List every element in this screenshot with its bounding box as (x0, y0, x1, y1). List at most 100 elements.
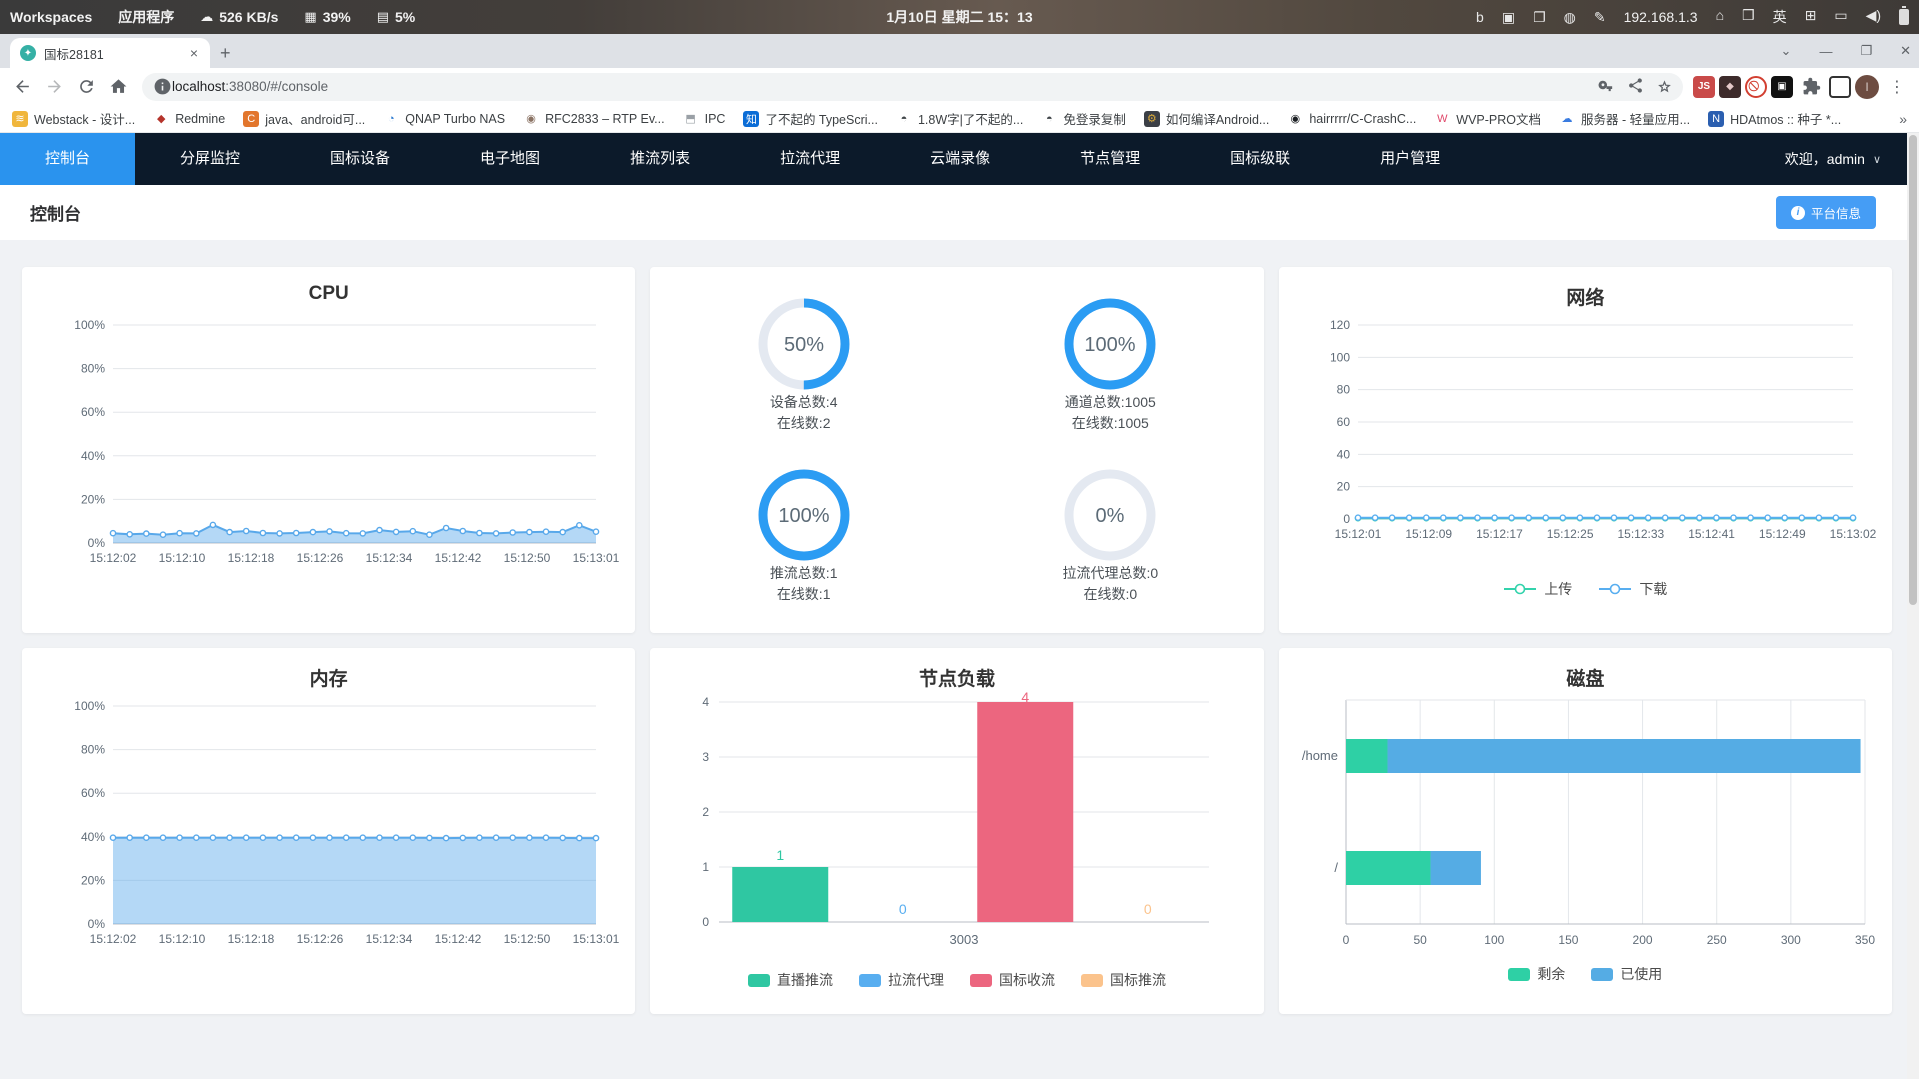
extension-js-icon[interactable]: JS (1693, 75, 1715, 98)
legend-item[interactable]: 已使用 (1591, 964, 1662, 984)
svg-text:0: 0 (899, 901, 907, 917)
nav-item-2[interactable]: 分屏监控 (135, 133, 285, 185)
bookmark-item[interactable]: ◉ RFC2833 – RTP Ev... (523, 111, 664, 127)
home-icon[interactable]: ⌂ (1716, 7, 1724, 27)
svg-text:80: 80 (1336, 383, 1350, 397)
nav-item-6[interactable]: 拉流代理 (735, 133, 885, 185)
svg-text:3003: 3003 (950, 932, 979, 947)
cpu-meter-icon: ▦ (304, 9, 317, 24)
extension-dark-icon[interactable]: ◆ (1719, 75, 1741, 98)
nav-item-8[interactable]: 节点管理 (1035, 133, 1185, 185)
page-scrollbar[interactable] (1907, 133, 1919, 1079)
legend-item[interactable]: 下载 (1598, 579, 1667, 599)
bookmark-item[interactable]: ☁ 服务器 - 轻量应用... (1559, 109, 1691, 128)
bookmark-item[interactable]: ⬒ IPC (683, 111, 725, 127)
nav-item-5[interactable]: 推流列表 (585, 133, 735, 185)
address-bar[interactable]: localhost:38080/#/console (142, 72, 1683, 101)
keyboard-panel-icon[interactable]: ⊞ (1805, 7, 1817, 27)
browser-menu-kebab-icon[interactable]: ⋮ (1883, 73, 1911, 101)
svg-text:150: 150 (1558, 933, 1578, 947)
nav-item-9[interactable]: 国标级联 (1185, 133, 1335, 185)
extension-dev-icon[interactable]: ▣ (1771, 75, 1793, 98)
nav-item-3[interactable]: 国标设备 (285, 133, 435, 185)
ip-address-indicator[interactable]: 192.168.1.3 (1624, 9, 1698, 25)
bookmark-item[interactable]: W WVP-PRO文档 (1434, 109, 1541, 128)
nav-item-7[interactable]: 云端录像 (885, 133, 1035, 185)
screenshot-tool-icon[interactable]: ▣ (1502, 9, 1515, 26)
clock[interactable]: 1月10日 星期二 15：13 (886, 7, 1032, 27)
site-info-icon[interactable] (152, 73, 172, 101)
node-load-chart-title: 节点负载 (918, 669, 995, 690)
reload-icon[interactable] (72, 73, 100, 101)
browser-tab[interactable]: ✦ 国标28181 × (10, 38, 210, 68)
platform-info-button[interactable]: i 平台信息 (1775, 196, 1876, 229)
browser-toolbar: localhost:38080/#/console JS ◆ ⃠ ▣ I ⋮ (0, 68, 1919, 105)
bookmark-item[interactable]: Cjava、android可... (243, 109, 365, 128)
tab-search-icon[interactable]: ⌄ (1781, 43, 1792, 59)
app-indicator-icon[interactable]: ◍ (1564, 9, 1576, 26)
new-tab-button[interactable]: + (220, 43, 231, 64)
svg-text:4: 4 (1022, 692, 1030, 705)
password-key-icon[interactable] (1598, 77, 1615, 97)
svg-text:40%: 40% (81, 449, 105, 463)
svg-text:15:12:26: 15:12:26 (297, 551, 344, 565)
workspaces-button[interactable]: Workspaces (10, 9, 92, 25)
forward-icon[interactable] (40, 73, 68, 101)
clipboard-icon[interactable]: ❐ (1533, 9, 1546, 26)
bookmark-item[interactable]: 知了不起的 TypeScri... (743, 109, 878, 128)
scrollbar-thumb[interactable] (1909, 135, 1917, 605)
battery-icon[interactable] (1899, 6, 1909, 25)
bookmark-item[interactable]: ◉ hairrrrr/C-CrashC... (1287, 111, 1417, 127)
window-controls: ⌄ — ❐ ✕ (1781, 34, 1911, 68)
back-icon[interactable] (8, 73, 36, 101)
extension-blocker-icon[interactable]: ⃠ (1745, 75, 1767, 98)
profile-avatar[interactable]: I (1855, 74, 1879, 99)
nav-item-10[interactable]: 用户管理 (1335, 133, 1485, 185)
bookmark-item[interactable]: ≋ Webstack - 设计... (12, 109, 135, 128)
legend-item[interactable]: 国标收流 (969, 970, 1055, 990)
legend-item[interactable]: 直播推流 (747, 970, 833, 990)
input-method-icon[interactable]: 英 (1773, 7, 1787, 27)
bookmark-star-icon[interactable] (1656, 77, 1673, 97)
bookmark-favicon-icon: ◉ (1290, 113, 1301, 125)
nav-item-1[interactable]: 控制台 (0, 133, 136, 185)
minimize-button[interactable]: — (1819, 44, 1832, 59)
svg-text:120: 120 (1330, 318, 1350, 332)
close-button[interactable]: ✕ (1900, 43, 1911, 59)
extension-page-icon[interactable] (1829, 75, 1851, 98)
memory-usage-indicator: ▤ 5% (376, 9, 416, 25)
bookmark-item[interactable]: ◓ 1.8W字|了不起的... (896, 109, 1024, 128)
bookmark-item[interactable]: N HDAtmos :: 种子 *... (1708, 109, 1841, 128)
bookmark-item[interactable]: ◓ 免登录复制 (1041, 109, 1126, 128)
home-icon[interactable] (104, 73, 132, 101)
workspace-switcher-icon[interactable]: ❒ (1742, 7, 1755, 27)
screen: Workspaces 应用程序 ☁ 526 KB/s ▦ 39% ▤ 5% 1月… (0, 0, 1919, 1079)
bookmark-item[interactable]: ⚙ 如何编译Android... (1143, 109, 1270, 128)
browser-tab-strip: ✦ 国标28181 × + ⌄ — ❐ ✕ (0, 34, 1919, 68)
svg-text:15:12:09: 15:12:09 (1405, 527, 1452, 541)
legend-item[interactable]: 上传 (1503, 579, 1572, 599)
volume-icon[interactable]: ◀) (1866, 7, 1881, 27)
bookmark-item[interactable]: ◆ Redmine (153, 111, 225, 127)
color-picker-icon[interactable]: ✎ (1594, 9, 1606, 26)
applications-menu[interactable]: 应用程序 (118, 7, 174, 27)
tab-close-icon[interactable]: × (186, 45, 202, 61)
legend-item[interactable]: 拉流代理 (858, 970, 944, 990)
extensions-puzzle-icon[interactable] (1797, 73, 1825, 101)
memory-meter-icon: ▤ (376, 9, 390, 24)
nav-item-4[interactable]: 电子地图 (435, 133, 585, 185)
restore-button[interactable]: ❐ (1860, 43, 1872, 59)
bookmark-label: 如何编译Android... (1165, 113, 1270, 127)
legend-item[interactable]: 剩余 (1508, 964, 1565, 984)
bookmark-item[interactable]: ◔ QNAP Turbo NAS (383, 111, 505, 127)
bookmark-label: WVP-PRO文档 (1456, 113, 1542, 127)
svg-text:15:12:18: 15:12:18 (228, 932, 275, 946)
svg-text:100%: 100% (1085, 334, 1136, 356)
bookmarks-overflow-chevron-icon[interactable]: » (1899, 111, 1907, 127)
display-icon[interactable]: ▭ (1834, 7, 1847, 27)
search-b-icon[interactable]: b (1476, 9, 1484, 26)
svg-text:350: 350 (1855, 933, 1875, 947)
share-icon[interactable] (1627, 77, 1644, 97)
user-menu[interactable]: 欢迎，admin ∨ (1785, 149, 1907, 169)
legend-item[interactable]: 国标推流 (1080, 970, 1166, 990)
